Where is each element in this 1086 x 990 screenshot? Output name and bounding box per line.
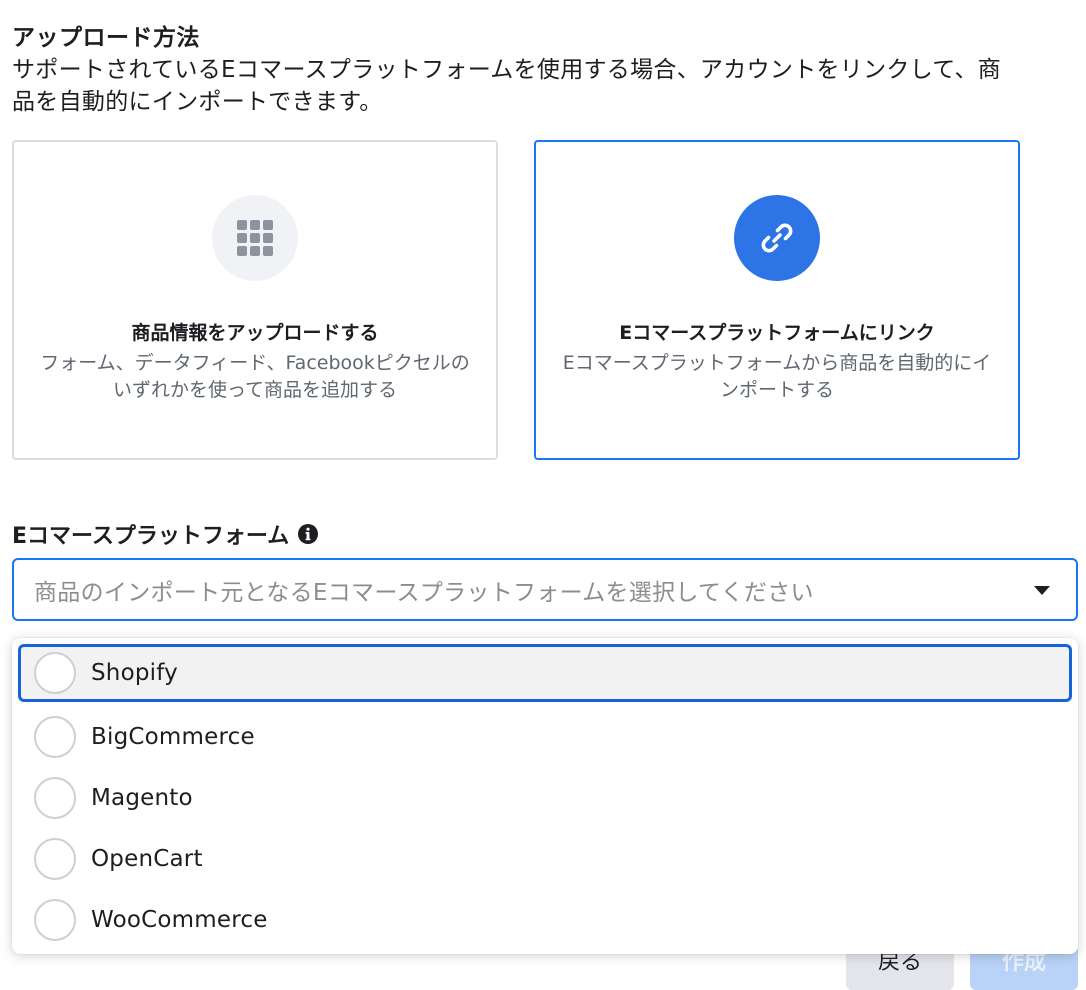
radio-button[interactable]	[34, 776, 76, 819]
card-description: フォーム、データフィード、Facebookピクセルのいずれかを使って商品を追加す…	[40, 352, 470, 401]
option-label: Magento	[91, 784, 193, 811]
link-icon	[734, 195, 820, 281]
radio-button[interactable]	[34, 898, 76, 941]
platform-dropdown-menu: Shopify BigCommerce Magento OpenCart Woo…	[12, 638, 1078, 954]
radio-button[interactable]	[34, 715, 76, 758]
option-label: OpenCart	[91, 845, 203, 872]
page: アップロード方法 サポートされているEコマースプラットフォームを使用する場合、ア…	[0, 0, 1086, 990]
platform-field-label: Eコマースプラットフォーム	[12, 518, 319, 550]
card-title: Eコマースプラットフォームにリンク	[619, 322, 935, 344]
upload-product-info-card[interactable]: 商品情報をアップロードする フォーム、データフィード、Facebookピクセルの…	[12, 140, 498, 460]
platform-label-text: Eコマースプラットフォーム	[12, 524, 290, 549]
radio-button[interactable]	[34, 652, 76, 694]
grid-icon	[212, 195, 298, 281]
radio-button[interactable]	[34, 837, 76, 880]
section-description: サポートされているEコマースプラットフォームを使用する場合、アカウントをリンクし…	[12, 57, 1002, 115]
platform-select[interactable]: 商品のインポート元となるEコマースプラットフォームを選択してください	[12, 558, 1078, 621]
card-title: 商品情報をアップロードする	[131, 322, 379, 344]
info-icon[interactable]	[297, 523, 319, 545]
option-shopify[interactable]: Shopify	[18, 644, 1072, 702]
option-bigcommerce[interactable]: BigCommerce	[18, 706, 1072, 767]
option-label: Shopify	[91, 660, 178, 686]
option-opencart[interactable]: OpenCart	[18, 828, 1072, 889]
option-magento[interactable]: Magento	[18, 767, 1072, 828]
option-woocommerce[interactable]: WooCommerce	[18, 889, 1072, 950]
option-label: BigCommerce	[91, 723, 255, 750]
card-description: Eコマースプラットフォームから商品を自動的にインポートする	[562, 352, 992, 401]
select-placeholder: 商品のインポート元となるEコマースプラットフォームを選択してください	[34, 579, 814, 606]
caret-down-icon	[1034, 586, 1050, 595]
link-ecommerce-platform-card[interactable]: Eコマースプラットフォームにリンク Eコマースプラットフォームから商品を自動的に…	[534, 140, 1020, 460]
option-label: WooCommerce	[91, 906, 268, 933]
section-title: アップロード方法	[12, 25, 200, 51]
